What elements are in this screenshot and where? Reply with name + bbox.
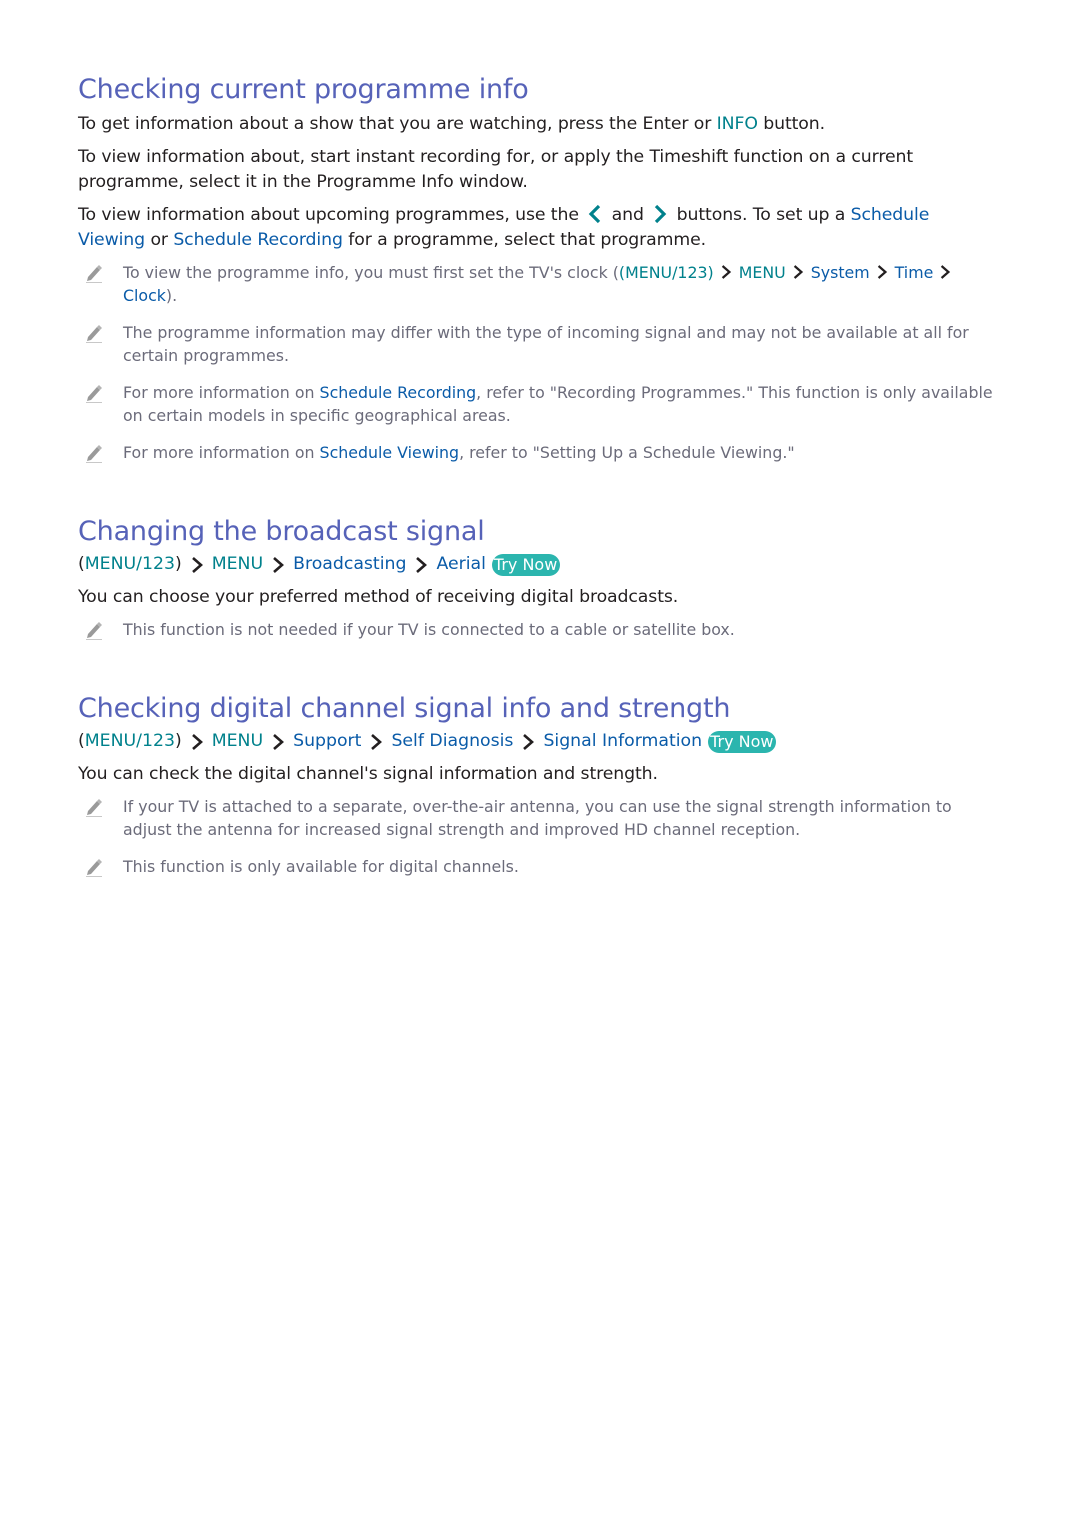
- chevron-right-icon: [271, 733, 285, 751]
- broadcasting-link[interactable]: Broadcasting: [293, 552, 406, 577]
- text: buttons. To set up a: [671, 205, 851, 225]
- chevron-right-icon: [369, 733, 383, 751]
- chevron-right-icon: [939, 264, 951, 280]
- chevron-right-icon: [521, 733, 535, 751]
- menu-ref: MENU: [211, 731, 264, 751]
- pencil-icon: [84, 620, 104, 640]
- text: The programme information may differ wit…: [123, 323, 969, 365]
- pencil-icon: [84, 797, 104, 817]
- left-arrow-icon: [588, 204, 602, 224]
- time-link[interactable]: Time: [895, 263, 934, 282]
- text: This function is only available for digi…: [123, 857, 519, 876]
- text: for a programme, select that programme.: [342, 230, 707, 250]
- chevron-right-icon: [720, 264, 732, 280]
- note-digital-only: This function is only available for digi…: [78, 855, 998, 878]
- pencil-icon: [84, 443, 104, 463]
- pencil-icon: [84, 263, 104, 283]
- aerial-link[interactable]: Aerial: [436, 552, 485, 577]
- text: and: [606, 205, 650, 225]
- note-programme-info-differ: The programme information may differ wit…: [78, 321, 998, 367]
- text: For more information on: [123, 383, 320, 402]
- paren-open: (: [78, 554, 85, 574]
- section-title-signal-info: Checking digital channel signal info and…: [78, 693, 731, 724]
- chevron-right-icon: [414, 556, 428, 574]
- text: This function is not needed if your TV i…: [123, 620, 735, 639]
- section-title-broadcast-signal: Changing the broadcast signal: [78, 516, 485, 547]
- menu123-ref: MENU/123: [84, 731, 175, 751]
- text: To get information about a show that you…: [78, 114, 717, 134]
- info-button-ref: INFO: [716, 114, 758, 134]
- clock-link[interactable]: Clock: [123, 286, 166, 305]
- paren-close: ): [174, 731, 182, 751]
- menu-ref: MENU: [211, 554, 264, 574]
- schedule-recording-link[interactable]: Schedule Recording: [173, 230, 343, 250]
- signal-information-link[interactable]: Signal Information: [543, 729, 702, 754]
- paragraph-signal-strength: You can check the digital channel's sign…: [78, 764, 658, 784]
- text: To view the programme info, you must fir…: [123, 263, 619, 282]
- text: If your TV is attached to a separate, ov…: [123, 797, 952, 839]
- text: For more information on: [123, 443, 320, 462]
- system-link[interactable]: System: [811, 263, 870, 282]
- paragraph-broadcast-method: You can choose your preferred method of …: [78, 587, 679, 607]
- text: button.: [757, 114, 826, 134]
- menu123-ref: MENU/123: [84, 554, 175, 574]
- note-antenna: If your TV is attached to a separate, ov…: [78, 795, 998, 841]
- chevron-right-icon: [190, 733, 204, 751]
- menu-path-signal-info: (MENU/123) MENU Support Self Diagnosis S…: [78, 729, 998, 754]
- note-clock: To view the programme info, you must fir…: [78, 261, 998, 307]
- paren-close: ): [174, 554, 182, 574]
- text: To view information about upcoming progr…: [78, 205, 585, 225]
- menu-path-broadcast: (MENU/123) MENU Broadcasting Aerial Try …: [78, 552, 998, 577]
- text: , refer to "Setting Up a Schedule Viewin…: [459, 443, 795, 462]
- note-schedule-viewing: For more information on Schedule Viewing…: [78, 441, 998, 464]
- self-diagnosis-link[interactable]: Self Diagnosis: [391, 729, 513, 754]
- text: ).: [165, 286, 178, 305]
- menu-ref: MENU: [738, 263, 786, 282]
- chevron-right-icon: [792, 264, 804, 280]
- page-content: Checking current programme info To get i…: [78, 72, 998, 878]
- pencil-icon: [84, 323, 104, 343]
- support-link[interactable]: Support: [293, 729, 361, 754]
- paragraph-programme-info-window: To view information about, start instant…: [78, 147, 914, 192]
- note-cable-satellite: This function is not needed if your TV i…: [78, 618, 998, 641]
- pencil-icon: [84, 383, 104, 403]
- pencil-icon: [84, 857, 104, 877]
- note-schedule-recording: For more information on Schedule Recordi…: [78, 381, 998, 427]
- chevron-right-icon: [271, 556, 285, 574]
- schedule-viewing-link[interactable]: Schedule Viewing: [320, 443, 460, 462]
- try-now-button[interactable]: Try Now: [708, 730, 777, 753]
- menu123-ref: (MENU/123): [618, 263, 714, 282]
- paragraph-upcoming-programmes: To view information about upcoming progr…: [78, 203, 998, 253]
- paragraph-info-button: To get information about a show that you…: [78, 112, 998, 137]
- chevron-right-icon: [190, 556, 204, 574]
- chevron-right-icon: [876, 264, 888, 280]
- paren-open: (: [78, 731, 85, 751]
- schedule-recording-link[interactable]: Schedule Recording: [320, 383, 477, 402]
- section-title-programme-info: Checking current programme info: [78, 74, 529, 105]
- try-now-button[interactable]: Try Now: [491, 553, 561, 576]
- text: or: [145, 230, 174, 250]
- right-arrow-icon: [653, 204, 667, 224]
